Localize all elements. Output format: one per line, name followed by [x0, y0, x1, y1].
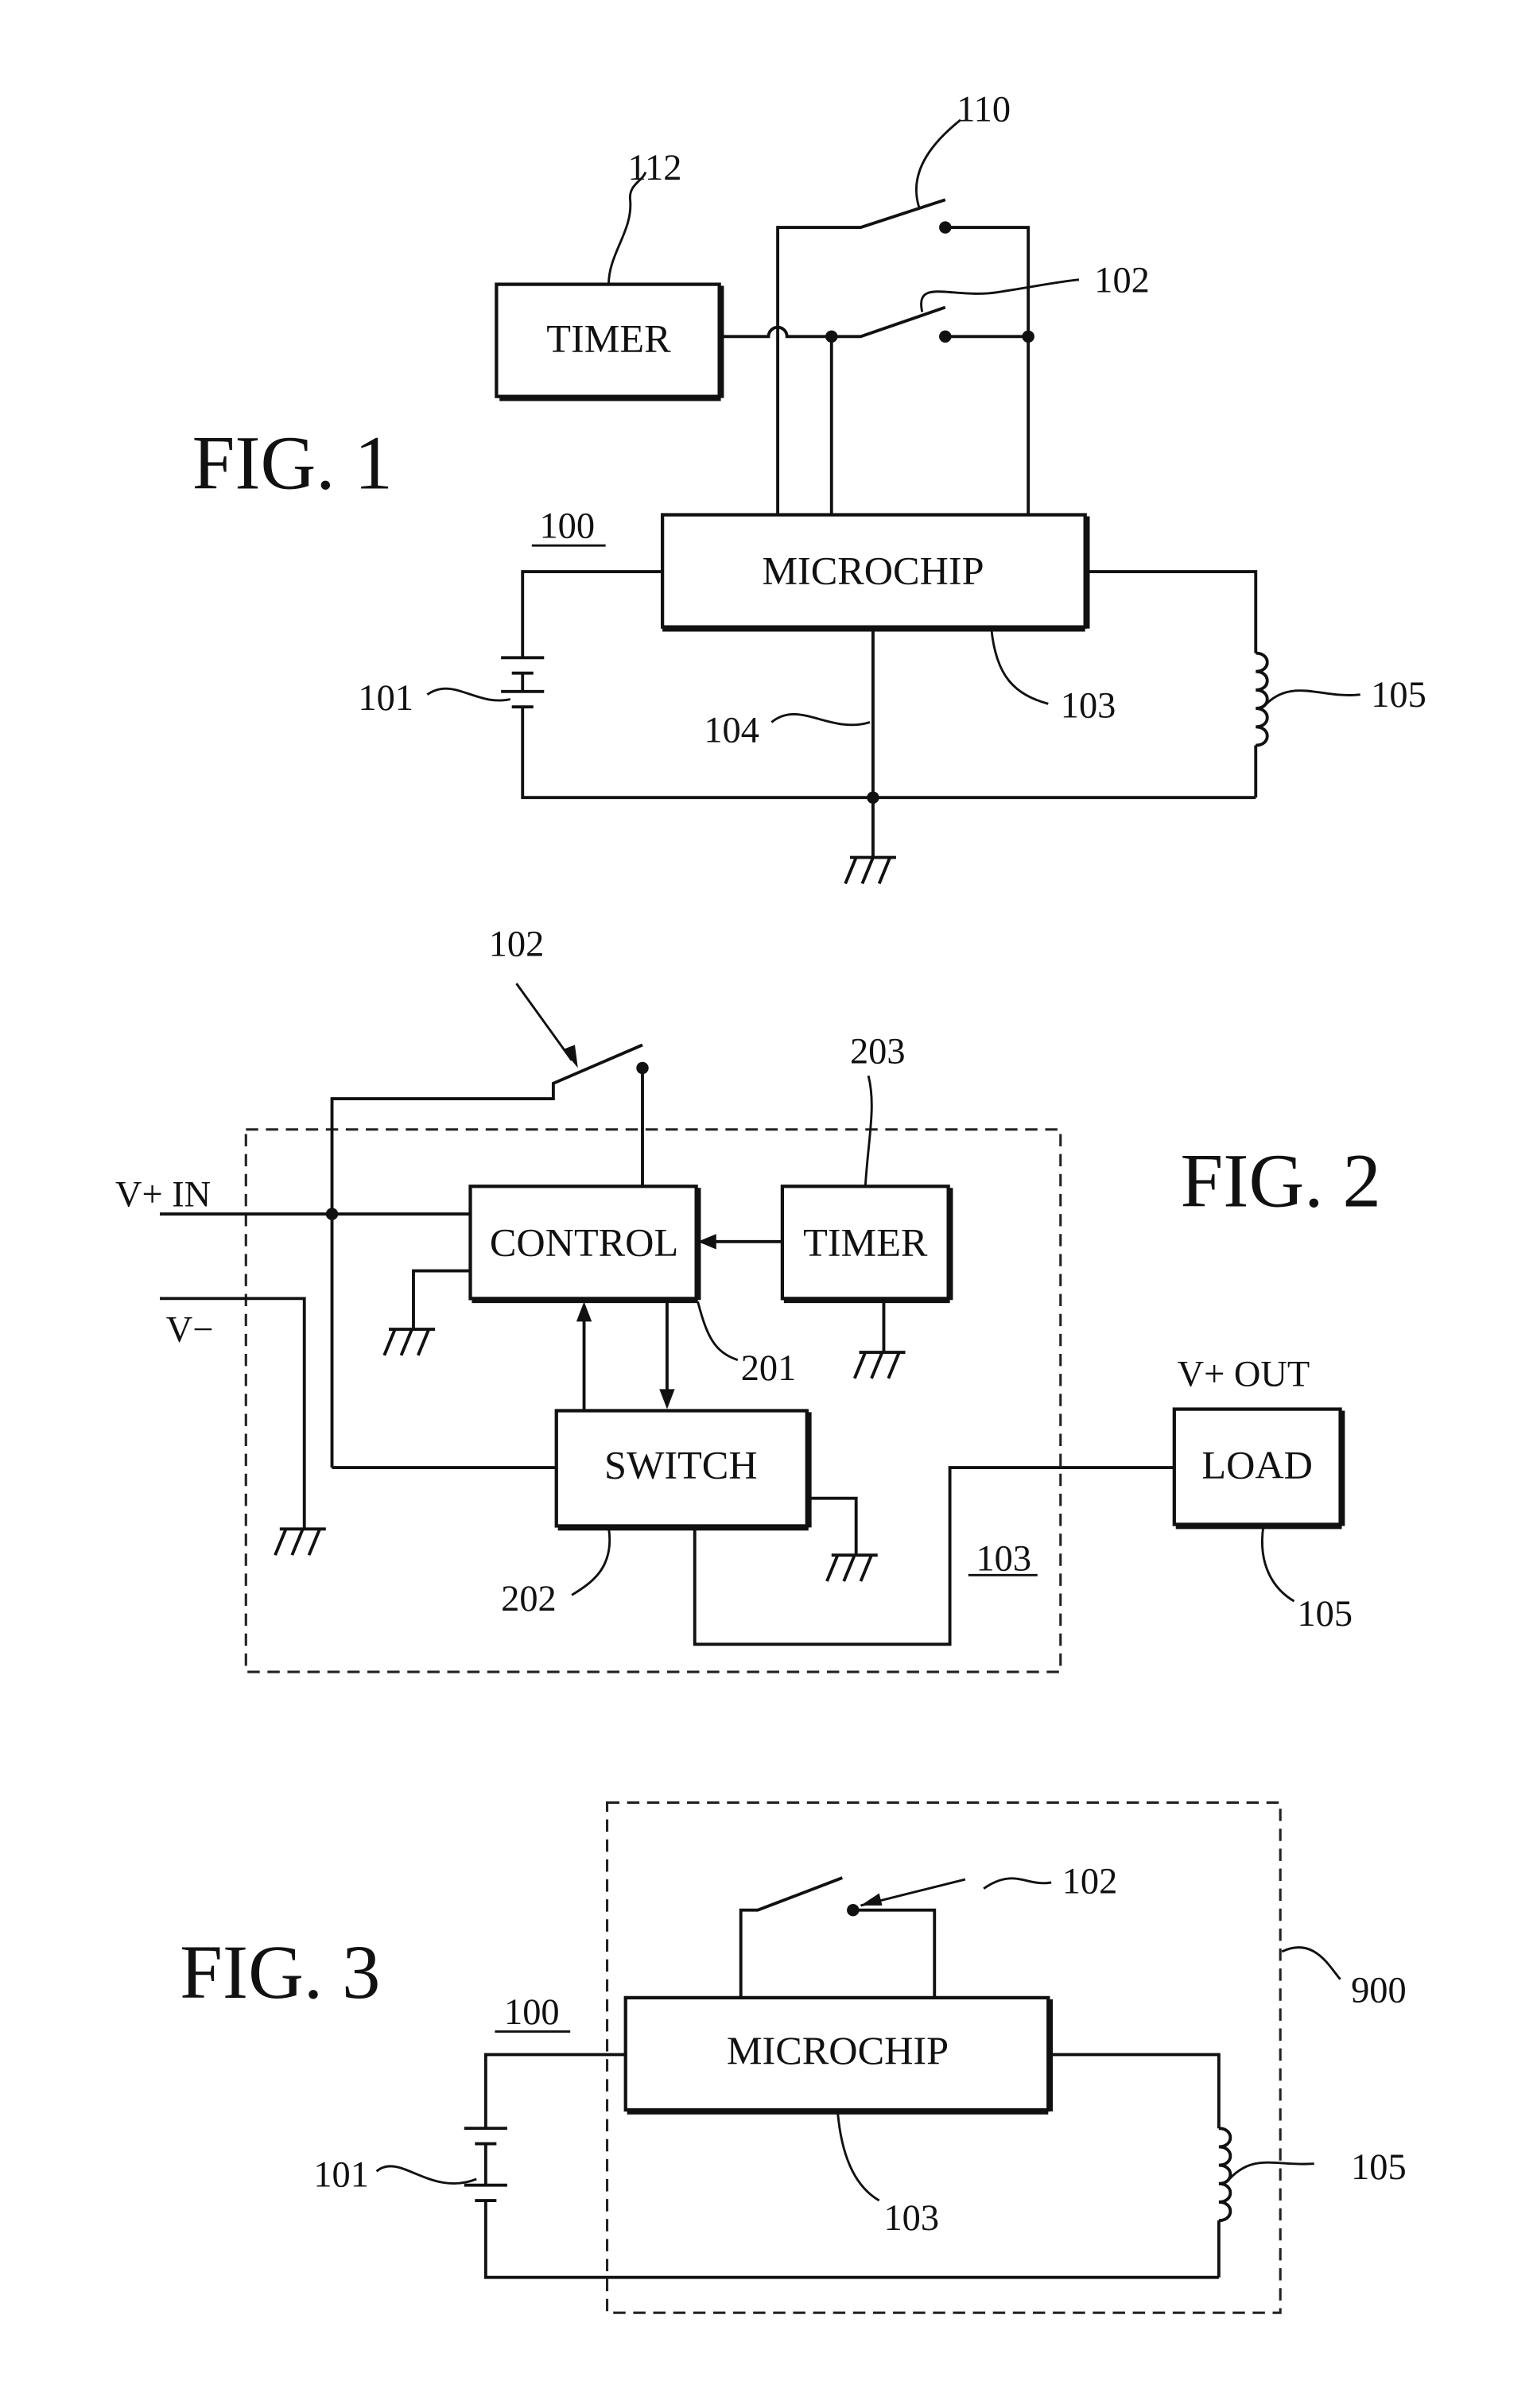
fig1-ref-103: 103 — [1061, 686, 1116, 727]
fig3-ref-102: 102 — [1062, 1861, 1118, 1902]
fig1-ref-100: 100 — [539, 506, 595, 547]
fig1-ref-112: 112 — [628, 148, 682, 188]
fig2-ref-201: 201 — [741, 1348, 797, 1389]
figure-3: FIG. 3 MICROCHIP 102 900 100 101 103 105 — [180, 1801, 1407, 2314]
fig1-leader-103 — [990, 628, 1049, 705]
fig1-leader-101 — [426, 687, 511, 702]
fig3-ref-105: 105 — [1351, 2147, 1407, 2188]
fig2-arrow-control-to-switch — [659, 1389, 675, 1410]
fig1-timer-block: TIMER — [495, 282, 724, 401]
fig3-inductor — [1050, 2053, 1232, 2278]
fig1-inductor — [1086, 570, 1269, 798]
fig3-title: FIG. 3 — [180, 1929, 380, 2014]
fig1-leader-110 — [914, 118, 962, 208]
fig3-ref-100: 100 — [504, 1992, 560, 2033]
fig2-vminus-label: V− — [166, 1310, 214, 1351]
fig2-leader-203 — [864, 1075, 873, 1187]
patent-drawing-sheet: FIG. 1 TIMER MICROCHIP 112 110 102 100 1… — [115, 90, 1426, 2314]
fig2-timer-block: TIMER — [780, 1185, 953, 1304]
fig2-timer-label: TIMER — [803, 1220, 928, 1264]
fig2-ref-202: 202 — [501, 1579, 557, 1619]
fig1-ground — [844, 628, 896, 885]
fig3-microchip-block: MICROCHIP — [623, 1995, 1054, 2115]
fig1-switch-102 — [825, 305, 1034, 515]
fig3-ref-101: 101 — [313, 2155, 369, 2196]
fig3-switch-102 — [739, 1876, 937, 1998]
fig1-ref-105: 105 — [1371, 675, 1426, 715]
fig2-vplus-in-label: V+ IN — [115, 1174, 211, 1215]
fig3-leader-103 — [836, 2111, 880, 2202]
fig2-leader-201 — [697, 1301, 739, 1362]
fig2-control-block: CONTROL — [468, 1185, 701, 1304]
fig2-leader-202 — [571, 1527, 611, 1596]
fig1-ref-102: 102 — [1094, 260, 1150, 301]
fig2-leader-102 — [515, 983, 573, 1061]
fig1-leader-112 — [607, 171, 647, 285]
fig1-switch-110 — [776, 198, 1030, 515]
fig2-arrow-switch-to-control — [576, 1301, 592, 1322]
fig2-leader-105 — [1261, 1526, 1295, 1603]
fig2-load-block: LOAD — [1172, 1407, 1345, 1530]
fig1-ref-104: 104 — [704, 711, 759, 751]
fig3-microchip-label: MICROCHIP — [727, 2028, 949, 2073]
fig2-control-label: CONTROL — [490, 1220, 678, 1264]
fig3-leader-900 — [1281, 1946, 1341, 1980]
fig2-switch-ground — [808, 1496, 878, 1582]
fig1-timer-wire — [720, 325, 832, 339]
fig1-timer-label: TIMER — [546, 316, 671, 361]
fig3-leader-102 — [983, 1877, 1052, 1890]
figure-1: FIG. 1 TIMER MICROCHIP 112 110 102 100 1… — [192, 90, 1426, 885]
fig2-control-ground — [382, 1269, 471, 1356]
fig1-leader-105 — [1262, 689, 1360, 708]
fig3-ref-900: 900 — [1351, 1971, 1407, 2011]
fig2-timer-ground — [852, 1300, 906, 1379]
fig1-ref-101: 101 — [358, 678, 413, 719]
fig2-load-label: LOAD — [1201, 1443, 1313, 1487]
fig1-ref-110: 110 — [957, 90, 1011, 130]
fig2-ref-102: 102 — [489, 924, 545, 964]
fig2-vplus-out-label: V+ OUT — [1178, 1355, 1310, 1395]
fig2-title: FIG. 2 — [1181, 1138, 1381, 1223]
figure-2: FIG. 2 CONTROL TIMER SWITCH LOAD 102 203… — [115, 924, 1381, 1673]
fig2-ref-105: 105 — [1297, 1594, 1353, 1634]
fig1-microchip-label: MICROCHIP — [762, 549, 984, 593]
fig1-title: FIG. 1 — [192, 421, 393, 506]
fig1-microchip-block: MICROCHIP — [660, 513, 1090, 632]
fig2-switch-block: SWITCH — [554, 1409, 812, 1531]
fig1-leader-104 — [770, 713, 871, 727]
fig3-ref-103: 103 — [883, 2198, 939, 2239]
fig2-ref-103: 103 — [976, 1539, 1031, 1580]
fig2-ref-203: 203 — [850, 1032, 906, 1072]
fig3-leader-105 — [1225, 2161, 1314, 2183]
fig2-switch-label: SWITCH — [604, 1443, 758, 1487]
fig3-leader-101 — [375, 2165, 477, 2185]
